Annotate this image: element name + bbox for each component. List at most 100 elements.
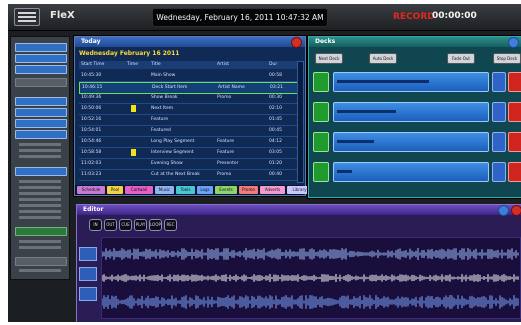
editor-window-titlebar[interactable]: Editor [77, 205, 521, 216]
tab-cartwall[interactable]: Cartwall [125, 186, 153, 194]
play-button[interactable] [313, 132, 329, 152]
sidebar-subitem[interactable] [19, 204, 61, 207]
fade-out-button[interactable]: Fade Out [447, 53, 475, 64]
auto-deck-button[interactable]: Auto Deck [369, 53, 397, 64]
sidebar-item[interactable] [15, 227, 67, 236]
decks-window-titlebar[interactable]: Decks [309, 37, 521, 48]
table-row[interactable]: 10:52:16 Feature 01:45 [79, 115, 297, 126]
deck-row [313, 161, 521, 182]
tool-button-cue[interactable]: CUE [119, 219, 132, 231]
sidebar-item[interactable] [15, 78, 67, 87]
tab-music[interactable]: Music [155, 186, 174, 194]
sidebar-subitem[interactable] [19, 186, 61, 189]
sidebar-subitem[interactable] [19, 240, 61, 243]
menu-icon[interactable] [14, 8, 40, 26]
record-indicator: RECORD [393, 12, 435, 22]
stop-deck-button[interactable]: Stop Deck [493, 53, 521, 64]
track-label[interactable] [79, 267, 97, 281]
deck-progress-bar[interactable] [333, 162, 489, 182]
tab-schedule[interactable]: Schedule [77, 186, 105, 194]
sidebar-item[interactable] [15, 65, 67, 74]
deck-cue-button[interactable] [492, 102, 506, 122]
deck-cue-button[interactable] [492, 162, 506, 182]
deck-progress-fill [337, 110, 396, 113]
track-label[interactable] [79, 287, 97, 301]
sidebar-subitem[interactable] [19, 149, 61, 152]
table-row[interactable]: 10:50:06 Next Item 02:10 [79, 104, 297, 115]
sidebar-subitem[interactable] [19, 143, 61, 146]
track-label[interactable] [79, 247, 97, 261]
table-row[interactable]: 10:54:46 Long Play Segment Feature 04:12 [79, 137, 297, 148]
sidebar-item[interactable] [15, 257, 67, 266]
play-button[interactable] [313, 162, 329, 182]
tool-button-in[interactable]: IN [89, 219, 102, 231]
column-header: Dur [269, 62, 278, 67]
sidebar-subitem[interactable] [19, 180, 61, 183]
row-duration: 03:21 [270, 85, 283, 90]
app-title: FleX [50, 10, 75, 21]
deck-progress-bar[interactable] [333, 72, 489, 92]
deck-progress-bar[interactable] [333, 102, 489, 122]
stop-button[interactable] [508, 162, 521, 182]
tool-button-out[interactable]: OUT [104, 219, 117, 231]
sidebar-item[interactable] [15, 130, 67, 139]
row-duration: 00:45 [269, 128, 282, 133]
row-duration: 00:40 [269, 172, 282, 177]
stop-button[interactable] [508, 132, 521, 152]
row-title: Long Play Segment [151, 139, 195, 144]
close-icon[interactable] [511, 205, 521, 216]
tab-pool[interactable]: Pool [107, 186, 123, 194]
row-artist: Promo [217, 172, 232, 177]
table-row[interactable]: 10:54:01 Featured 00:45 [79, 126, 297, 137]
playlist-scrollbar[interactable] [297, 61, 304, 183]
waveform-svg [101, 248, 519, 309]
sidebar-item[interactable] [15, 43, 67, 52]
deck-row [313, 71, 521, 92]
sidebar-subitem[interactable] [19, 216, 61, 219]
sidebar-subitem[interactable] [19, 198, 61, 201]
sidebar-item[interactable] [15, 54, 67, 63]
table-row[interactable]: 11:03:23 Cut at the Next Break Promo 00:40 [79, 170, 297, 181]
today-window-title: Today [81, 38, 101, 45]
play-button[interactable] [313, 72, 329, 92]
tab-tools[interactable]: Tools [176, 186, 195, 194]
row-duration: 01:45 [269, 117, 282, 122]
sidebar-item[interactable] [15, 97, 67, 106]
tab-events[interactable]: Events [215, 186, 237, 194]
table-row[interactable]: 11:02:03 Evening Show Presenter 01:20 [79, 159, 297, 170]
table-row[interactable]: 10:49:36 Show Break Promo 00:30 [79, 93, 297, 104]
sidebar-subitem[interactable] [19, 192, 61, 195]
stop-button[interactable] [508, 72, 521, 92]
close-icon[interactable] [291, 37, 302, 48]
tool-button-rec[interactable]: REC [164, 219, 177, 231]
next-deck-button[interactable]: Next Deck [315, 53, 343, 64]
tab-logs[interactable]: Logs [197, 186, 213, 194]
table-row[interactable]: 10:45:30 Main Show 00:58 [79, 71, 297, 82]
sidebar-item[interactable] [15, 119, 67, 128]
stop-button[interactable] [508, 102, 521, 122]
play-button[interactable] [313, 102, 329, 122]
sidebar-item[interactable] [15, 167, 67, 176]
deck-cue-button[interactable] [492, 72, 506, 92]
sidebar-subitem[interactable] [19, 246, 61, 249]
marker-icon [131, 105, 136, 112]
deck-progress-fill [337, 170, 352, 173]
tab-adverts[interactable]: Adverts [260, 186, 285, 194]
sidebar-item[interactable] [15, 108, 67, 117]
tab-promo[interactable]: Promo [239, 186, 258, 194]
table-row[interactable]: 10:58:58 Interview Segment Feature 03:05 [79, 148, 297, 159]
tool-button-loop[interactable]: LOOP [149, 219, 162, 231]
row-duration: 04:12 [269, 139, 282, 144]
sidebar-subitem[interactable] [19, 269, 61, 272]
deck-progress-bar[interactable] [333, 132, 489, 152]
deck-cue-button[interactable] [492, 132, 506, 152]
sidebar-subitem[interactable] [19, 155, 61, 158]
minimize-icon[interactable] [508, 37, 519, 48]
sidebar-subitem[interactable] [19, 210, 61, 213]
row-time: 10:54:46 [81, 139, 102, 144]
minimize-icon[interactable] [498, 205, 509, 216]
today-window-titlebar[interactable]: Today [75, 37, 305, 48]
tool-button-play[interactable]: PLAY [134, 219, 147, 231]
waveform-area[interactable] [101, 237, 521, 319]
column-header: Time [127, 62, 139, 67]
